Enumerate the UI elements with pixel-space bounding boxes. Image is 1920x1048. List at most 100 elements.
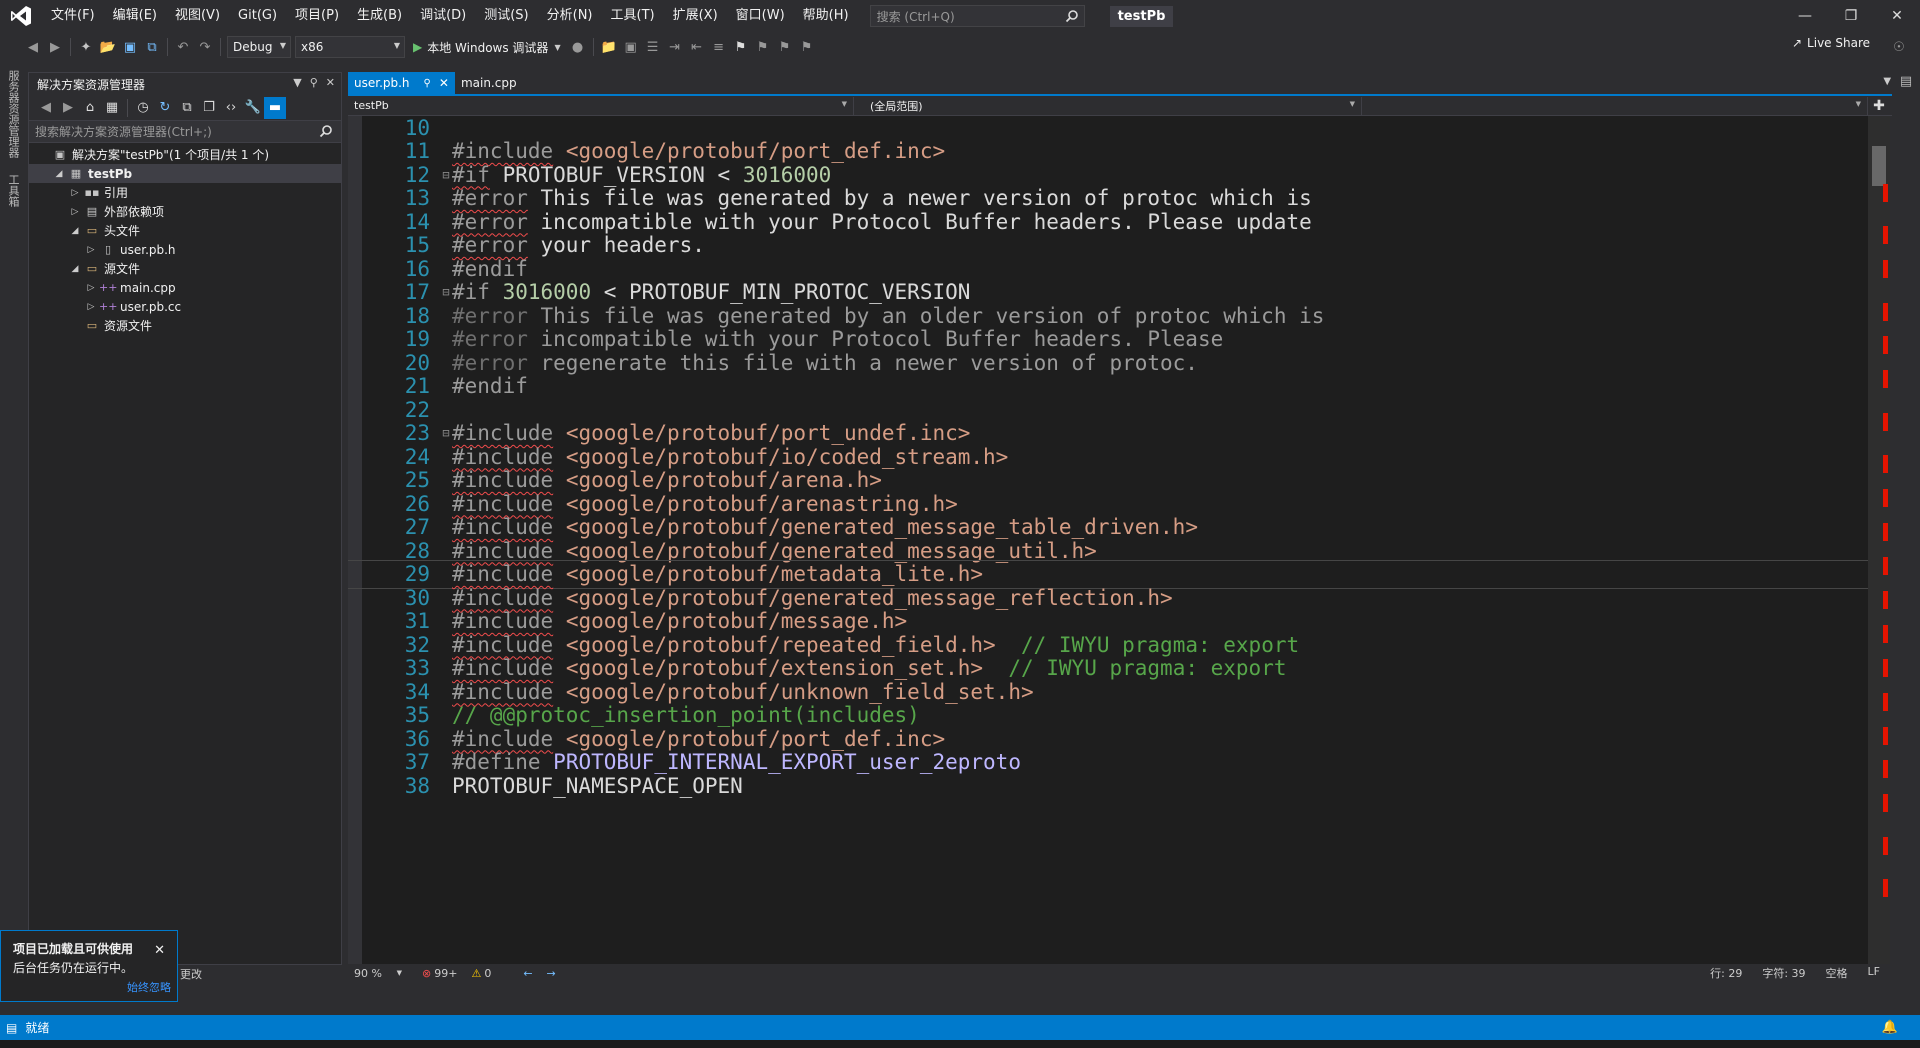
tree-item[interactable]: ▭ 资源文件 [29, 316, 341, 335]
minimize-button[interactable]: — [1782, 0, 1828, 32]
scrollbar-thumb[interactable] [1872, 146, 1886, 186]
search-input[interactable]: 搜索 (Ctrl+Q) [869, 5, 1085, 27]
error-marker[interactable] [1883, 226, 1888, 245]
home-icon[interactable]: ⌂ [79, 97, 101, 119]
pin-icon[interactable]: ⚲ [310, 76, 318, 89]
save-all-icon[interactable]: ⧉ [141, 36, 163, 58]
pin-icon[interactable]: ⚲ [424, 78, 431, 89]
server-explorer-tab[interactable]: 服务器资源管理器 [0, 62, 26, 166]
tree-item[interactable]: ▷ ++ main.cpp [29, 278, 341, 297]
tab-user-pb-h[interactable]: user.pb.h ⚲ ✕ [348, 72, 455, 94]
changes-tab[interactable]: 更改 [180, 966, 202, 982]
indent-icon[interactable]: ⇥ [664, 36, 686, 58]
tab-list-dropdown-icon[interactable]: ▼ [1883, 76, 1891, 87]
toolbox-tab[interactable]: 工具箱 [0, 166, 26, 215]
collapsed-arrow-icon[interactable]: ▷ [83, 283, 99, 293]
expanded-arrow-icon[interactable]: ◢ [51, 169, 67, 179]
next-issue-icon[interactable]: → [547, 967, 556, 980]
platform-select[interactable]: x86 ▼ [295, 36, 405, 58]
menu-item[interactable]: 项目(P) [286, 0, 348, 32]
error-marker[interactable] [1883, 794, 1888, 813]
tree-item[interactable]: ▣ 解决方案"testPb"(1 个项目/共 1 个) [29, 145, 341, 164]
error-marker[interactable] [1883, 879, 1888, 898]
next-bookmark-icon[interactable]: ⚑ [774, 36, 796, 58]
properties-icon[interactable]: 🔧 [242, 97, 264, 119]
error-marker[interactable] [1883, 302, 1888, 321]
tree-item[interactable]: ▷ ▪▪ 引用 [29, 183, 341, 202]
clear-bookmarks-icon[interactable]: ⚑ [796, 36, 818, 58]
pending-changes-filter-icon[interactable]: ◷ [132, 97, 154, 119]
open-file-icon[interactable]: 📂 [97, 36, 119, 58]
restore-button[interactable]: ❐ [1828, 0, 1874, 32]
previous-issue-icon[interactable]: ← [523, 967, 532, 980]
error-marker[interactable] [1883, 523, 1888, 542]
error-marker[interactable] [1883, 590, 1888, 609]
tab-main-cpp[interactable]: main.cpp [455, 72, 523, 94]
error-marker[interactable] [1883, 412, 1888, 431]
comment-icon[interactable]: ≡ [708, 36, 730, 58]
fold-toggle-icon[interactable]: ⊟ [440, 168, 452, 182]
error-marker[interactable] [1883, 726, 1888, 745]
menu-item[interactable]: 编辑(E) [104, 0, 166, 32]
error-marker[interactable] [1883, 455, 1888, 474]
visual-studio-logo-icon[interactable] [0, 0, 42, 32]
menu-item[interactable]: 工具(T) [602, 0, 664, 32]
screenshot-icon[interactable]: ▣ [620, 36, 642, 58]
sync-icon[interactable]: ↻ [154, 97, 176, 119]
close-notification-icon[interactable]: ✕ [154, 943, 165, 958]
error-marker[interactable] [1883, 624, 1888, 643]
start-debugging-button[interactable]: ▶ 本地 Windows 调试器 ▼ [413, 39, 561, 56]
menu-item[interactable]: Git(G) [229, 0, 286, 32]
collapse-all-icon[interactable]: ⧉ [176, 97, 198, 119]
split-editor-icon[interactable]: ✚ [1868, 95, 1890, 117]
solution-name-badge[interactable]: testPb [1109, 5, 1174, 27]
configuration-select[interactable]: Debug ▼ [227, 36, 291, 58]
collapsed-arrow-icon[interactable]: ▷ [83, 245, 99, 255]
tree-item[interactable]: ◢ ▭ 头文件 [29, 221, 341, 240]
whitespace-indicator[interactable]: 空格 [1826, 965, 1848, 981]
bookmark-icon[interactable]: ⚑ [730, 36, 752, 58]
error-marker[interactable] [1883, 836, 1888, 855]
error-marker[interactable] [1883, 692, 1888, 711]
undo-icon[interactable]: ↶ [172, 36, 194, 58]
tree-item[interactable]: ▷ ▯ user.pb.h [29, 240, 341, 259]
error-marker[interactable] [1883, 658, 1888, 677]
prev-bookmark-icon[interactable]: ⚑ [752, 36, 774, 58]
outdent-icon[interactable]: ⇤ [686, 36, 708, 58]
tree-item[interactable]: ◢ ▭ 源文件 [29, 259, 341, 278]
fold-toggle-icon[interactable]: ⊟ [440, 426, 452, 440]
preview-selected-icon[interactable]: ▬ [264, 96, 286, 119]
feedback-icon[interactable]: ☉ [1888, 36, 1910, 58]
member-select[interactable]: ▼ [1362, 96, 1868, 115]
new-project-icon[interactable]: ✦ [75, 36, 97, 58]
column-indicator[interactable]: 字符: 39 [1762, 965, 1805, 981]
solution-explorer-search-input[interactable]: 搜索解决方案资源管理器(Ctrl+;) [29, 121, 341, 143]
menu-item[interactable]: 测试(S) [475, 0, 537, 32]
warning-count-indicator[interactable]: ⚠ 0 [471, 967, 491, 980]
error-marker[interactable] [1883, 370, 1888, 389]
tree-item[interactable]: ▷ ++ user.pb.cc [29, 297, 341, 316]
editor-scrollbar[interactable] [1868, 116, 1890, 964]
panel-menu-icon[interactable]: ▼ [293, 76, 301, 89]
error-count-indicator[interactable]: ⊗ 99+ [422, 967, 457, 980]
folder-view-icon[interactable]: 📁 [598, 36, 620, 58]
expanded-arrow-icon[interactable]: ◢ [67, 226, 83, 236]
menu-item[interactable]: 视图(V) [166, 0, 229, 32]
line-ending-indicator[interactable]: LF [1868, 965, 1880, 981]
error-marker[interactable] [1883, 183, 1888, 202]
tree-item[interactable]: ▷ ▤ 外部依赖项 [29, 202, 341, 221]
error-marker[interactable] [1883, 760, 1888, 779]
error-marker[interactable] [1883, 556, 1888, 575]
close-icon[interactable]: ✕ [326, 76, 335, 89]
zoom-select[interactable]: 90 % ▼ [348, 967, 408, 980]
code-editor[interactable]: 10 11 #include <google/protobuf/port_def.i… [348, 116, 1868, 964]
menu-item[interactable]: 文件(F) [42, 0, 104, 32]
tree-item[interactable]: ◢ ▦ testPb [29, 164, 341, 183]
collapsed-arrow-icon[interactable]: ▷ [67, 188, 83, 198]
menu-item[interactable]: 调试(D) [411, 0, 475, 32]
menu-item[interactable]: 窗口(W) [727, 0, 794, 32]
close-window-button[interactable]: ✕ [1874, 0, 1920, 32]
menu-item[interactable]: 生成(B) [348, 0, 411, 32]
properties-tab-icon[interactable]: ▤ [1895, 70, 1917, 92]
forward-icon[interactable]: ▶ [57, 97, 79, 119]
